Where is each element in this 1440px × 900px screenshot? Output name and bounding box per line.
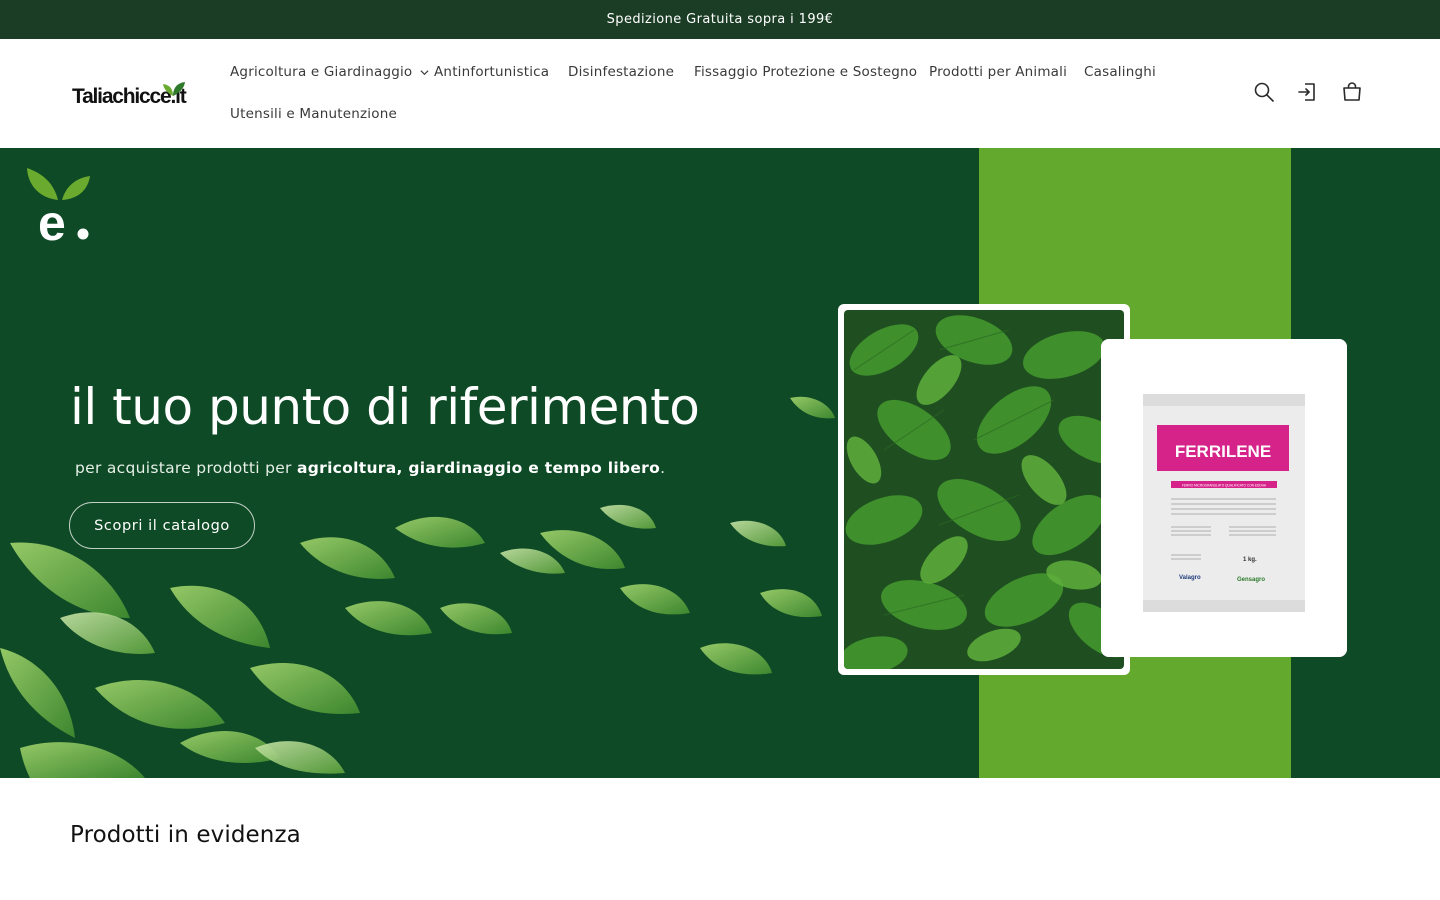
nav-item-label: Casalinghi [1084, 64, 1156, 80]
brand-valagro: Valagro [1179, 575, 1201, 581]
nav-item-animali[interactable]: Prodotti per Animali [917, 51, 1079, 93]
nav-item-label: Disinfestazione [568, 64, 675, 80]
featured-section-title: Prodotti in evidenza [70, 822, 301, 848]
mint-photo-card [838, 304, 1130, 675]
cart-icon[interactable] [1340, 80, 1364, 104]
nav-item-agricoltura[interactable]: Agricoltura e Giardinaggio [218, 51, 441, 93]
nav-item-label: Prodotti per Animali [929, 64, 1068, 80]
product-name: FERRILENE [1175, 442, 1271, 461]
ferrilene-package-image: FERRILENE FERRO MICROGRANULATO QUALIFICA… [1101, 339, 1347, 657]
brand-gensagro: Gensagro [1237, 577, 1265, 583]
svg-text:e: e [38, 195, 66, 246]
product-weight: 1 kg. [1243, 557, 1257, 563]
hero-title: il tuo punto di riferimento [70, 378, 700, 436]
nav-item-label: Fissaggio Protezione e Sostegno [694, 64, 918, 80]
search-icon[interactable] [1252, 80, 1276, 104]
hero-subtitle-prefix: per acquistare prodotti per [75, 459, 292, 477]
catalog-button[interactable]: Scopri il catalogo [69, 502, 255, 549]
mint-leaves-image [844, 310, 1124, 669]
nav-item-label: Antinfortunistica [434, 64, 550, 80]
mint-leaves-illustration [844, 310, 1124, 669]
nav-item-antinfortunistica[interactable]: Antinfortunistica [422, 51, 561, 93]
hero-banner: e il tuo punto di riferimento per acquis… [0, 148, 1440, 778]
brand-e-icon: e [27, 168, 90, 246]
site-header: Taliachicce.it Agricoltura e Giardinaggi… [0, 39, 1440, 148]
product-card-ferrilene: FERRILENE FERRO MICROGRANULATO QUALIFICA… [1101, 339, 1347, 657]
product-description: FERRO MICROGRANULATO QUALIFICATO CON EDD… [1182, 484, 1267, 488]
nav-item-label: Agricoltura e Giardinaggio [230, 64, 413, 80]
nav-item-casalinghi[interactable]: Casalinghi [1072, 51, 1168, 93]
hero-subtitle: per acquistare prodotti per agricoltura,… [75, 459, 665, 477]
account-icon[interactable] [1296, 80, 1320, 104]
nav-item-label: Utensili e Manutenzione [230, 106, 397, 122]
announcement-text: Spedizione Gratuita sopra i 199€ [606, 12, 834, 27]
logo-leaf-icon [163, 82, 185, 96]
nav-item-fissaggio[interactable]: Fissaggio Protezione e Sostegno [682, 51, 929, 93]
announcement-bar: Spedizione Gratuita sopra i 199€ [0, 0, 1440, 39]
nav-item-disinfestazione[interactable]: Disinfestazione [556, 51, 686, 93]
nav-item-utensili[interactable]: Utensili e Manutenzione [218, 93, 409, 135]
hero-subtitle-bold: agricoltura, giardinaggio e tempo libero [296, 459, 661, 477]
site-logo[interactable]: Taliachicce.it [72, 79, 190, 109]
hero-subtitle-suffix: . [660, 459, 666, 477]
